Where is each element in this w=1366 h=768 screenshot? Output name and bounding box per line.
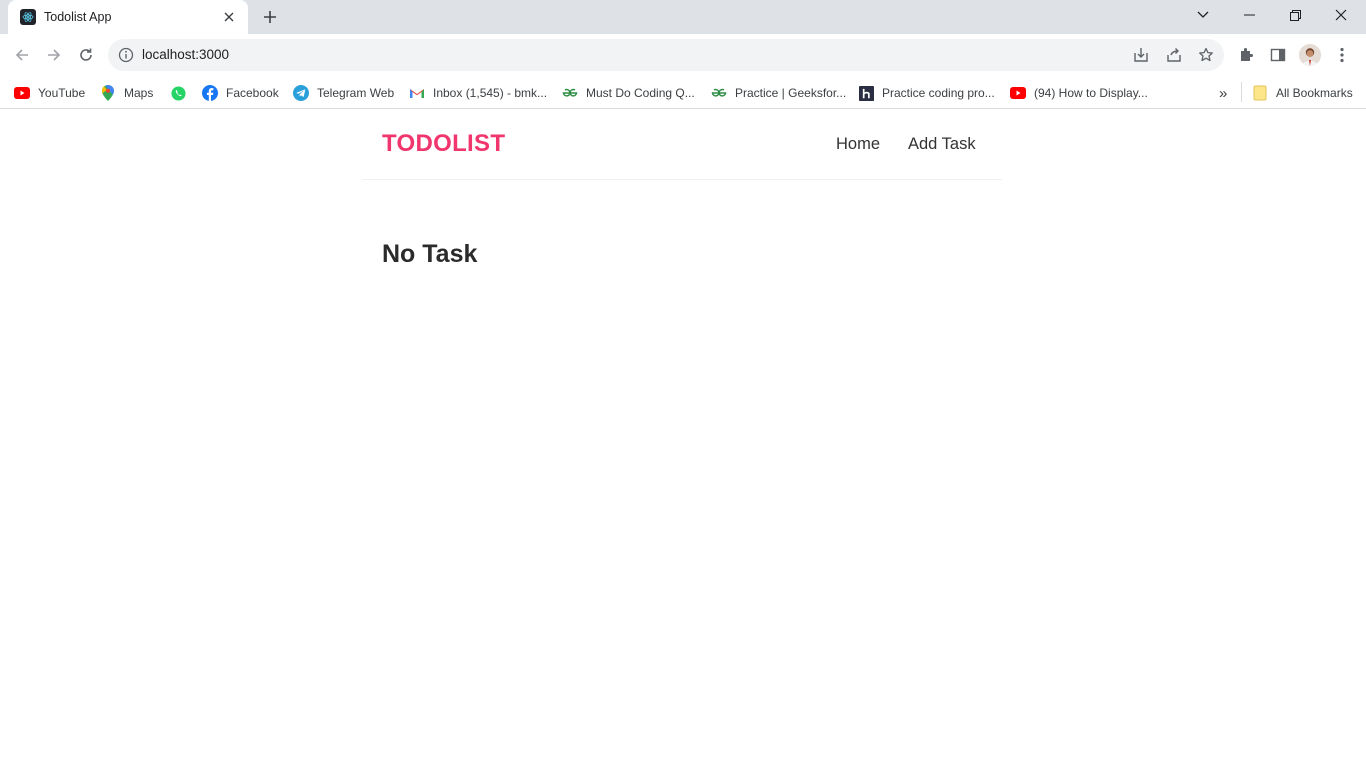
bookmark-label: YouTube bbox=[38, 86, 86, 100]
geeksforgeeks-icon bbox=[711, 85, 727, 101]
bookmark-facebook[interactable]: Facebook bbox=[202, 82, 279, 104]
youtube-icon bbox=[14, 85, 30, 101]
address-bar[interactable]: localhost:3000 bbox=[108, 39, 1224, 71]
bookmark-label: Practice | Geeksfor... bbox=[735, 86, 847, 100]
bookmark-star-icon[interactable] bbox=[1196, 45, 1216, 65]
bookmark-label: Inbox (1,545) - bmk... bbox=[433, 86, 548, 100]
site-info-icon[interactable] bbox=[118, 47, 134, 63]
bookmark-label: Practice coding pro... bbox=[882, 86, 995, 100]
bookmark-maps[interactable]: Maps bbox=[100, 82, 153, 104]
profile-avatar[interactable] bbox=[1299, 44, 1321, 66]
all-bookmarks-folder[interactable]: All Bookmarks bbox=[1252, 82, 1353, 104]
bookmarks-divider bbox=[1241, 82, 1242, 102]
all-bookmarks-label: All Bookmarks bbox=[1276, 86, 1353, 100]
browser-tab[interactable]: Todolist App bbox=[8, 0, 248, 34]
tab-search-icon[interactable] bbox=[1180, 0, 1226, 30]
reload-icon[interactable] bbox=[72, 41, 100, 69]
page-content: TODOLIST Home Add Task No Task bbox=[0, 110, 1366, 768]
maps-icon bbox=[100, 85, 116, 101]
minimize-icon[interactable] bbox=[1226, 0, 1272, 30]
bookmark-youtube-video[interactable]: (94) How to Display... bbox=[1010, 82, 1148, 104]
url-text: localhost:3000 bbox=[142, 47, 230, 62]
bookmark-label: Facebook bbox=[226, 86, 279, 100]
extensions-icon[interactable] bbox=[1236, 45, 1256, 65]
gmail-icon bbox=[409, 85, 425, 101]
bookmark-telegram[interactable]: Telegram Web bbox=[293, 82, 394, 104]
bookmark-youtube[interactable]: YouTube bbox=[14, 82, 85, 104]
tab-title: Todolist App bbox=[44, 10, 112, 24]
nav-home-link[interactable]: Home bbox=[836, 135, 880, 154]
bookmark-practice-geeksforgeeks[interactable]: Practice | Geeksfor... bbox=[711, 82, 846, 104]
react-icon bbox=[20, 9, 36, 25]
side-panel-icon[interactable] bbox=[1268, 45, 1288, 65]
bookmark-label: Must Do Coding Q... bbox=[586, 86, 695, 100]
bookmarks-overflow-icon[interactable]: » bbox=[1219, 82, 1227, 104]
telegram-icon bbox=[293, 85, 309, 101]
bookmark-gmail[interactable]: Inbox (1,545) - bmk... bbox=[409, 82, 547, 104]
restore-icon[interactable] bbox=[1272, 0, 1318, 30]
bookmark-hackerrank[interactable]: Practice coding pro... bbox=[858, 82, 995, 104]
hackerrank-icon bbox=[858, 85, 874, 101]
facebook-icon bbox=[202, 85, 218, 101]
nav-add-task-link[interactable]: Add Task bbox=[908, 135, 976, 154]
whatsapp-icon bbox=[170, 85, 186, 101]
close-window-icon[interactable] bbox=[1318, 0, 1364, 30]
bookmarks-bar: YouTube Maps Facebook Telegram Web Inbox… bbox=[0, 76, 1366, 109]
geeksforgeeks-icon bbox=[562, 85, 578, 101]
close-tab-icon[interactable] bbox=[220, 8, 238, 26]
new-tab-icon[interactable] bbox=[259, 6, 281, 28]
install-icon[interactable] bbox=[1131, 45, 1151, 65]
browser-toolbar: localhost:3000 bbox=[0, 34, 1366, 76]
bookmark-label: Maps bbox=[124, 86, 154, 100]
folder-icon bbox=[1252, 85, 1268, 101]
bookmark-label: (94) How to Display... bbox=[1034, 86, 1148, 100]
empty-state-message: No Task bbox=[382, 240, 478, 268]
forward-icon[interactable] bbox=[40, 41, 68, 69]
back-icon[interactable] bbox=[8, 41, 36, 69]
browser-tab-strip: Todolist App bbox=[0, 0, 1366, 34]
app-brand: TODOLIST bbox=[382, 130, 506, 157]
menu-kebab-icon[interactable] bbox=[1332, 45, 1352, 65]
bookmark-label: Telegram Web bbox=[317, 86, 395, 100]
share-icon[interactable] bbox=[1164, 45, 1184, 65]
youtube-icon bbox=[1010, 85, 1026, 101]
bookmark-whatsapp[interactable] bbox=[170, 82, 194, 104]
app-navbar: TODOLIST Home Add Task bbox=[362, 110, 1002, 180]
bookmark-must-do-coding[interactable]: Must Do Coding Q... bbox=[562, 82, 695, 104]
